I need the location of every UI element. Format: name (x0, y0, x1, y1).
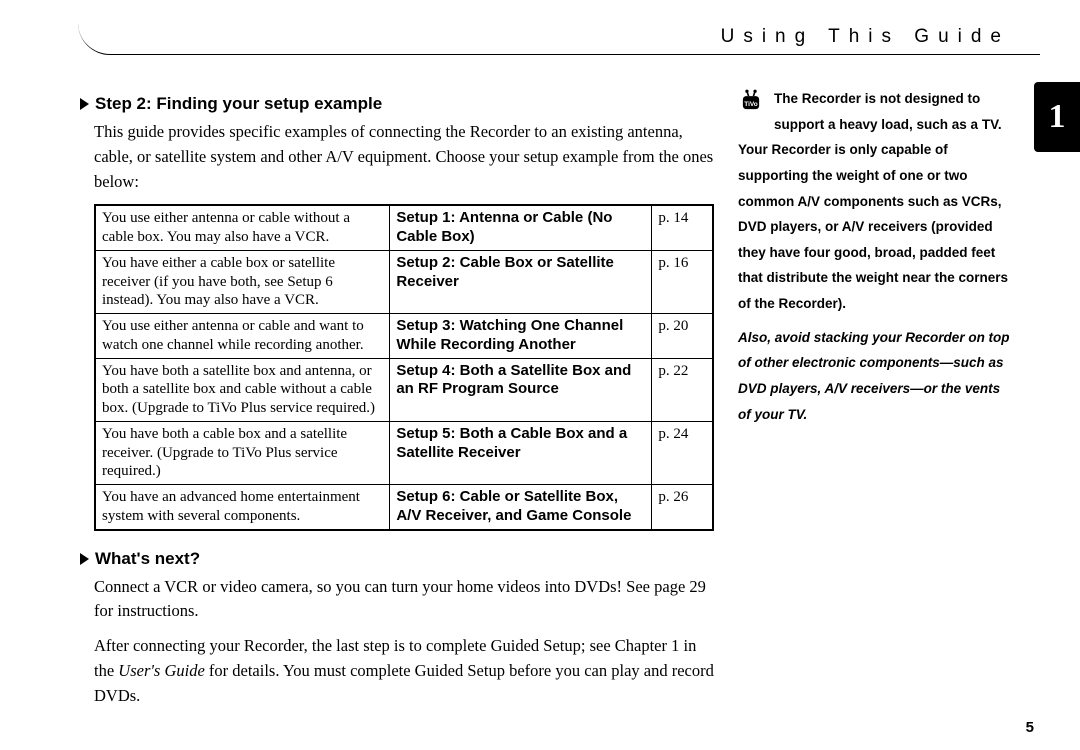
tivo-logo-icon: TiVo (738, 88, 766, 116)
step2-heading-text: Step 2: Finding your setup example (95, 94, 382, 114)
setup-desc: You use either antenna or cable without … (95, 205, 390, 250)
setup-desc: You have either a cable box or satellite… (95, 250, 390, 313)
triangle-right-icon (80, 98, 89, 110)
step2-body: This guide provides specific examples of… (94, 120, 714, 194)
setup-title: Setup 5: Both a Cable Box and a Satellit… (390, 421, 652, 484)
setup-page: p. 22 (652, 358, 713, 421)
whats-next-heading-text: What's next? (95, 549, 200, 569)
users-guide-italic: User's Guide (118, 661, 204, 680)
setup-desc: You use either antenna or cable and want… (95, 314, 390, 359)
table-row: You use either antenna or cable and want… (95, 314, 713, 359)
setup-title: Setup 4: Both a Satellite Box and an RF … (390, 358, 652, 421)
page-header: Using This Guide (78, 12, 1040, 55)
whats-next-heading: What's next? (80, 549, 930, 569)
page-number: 5 (1026, 719, 1034, 736)
table-row: You have both a cable box and a satellit… (95, 421, 713, 484)
table-row: You have either a cable box or satellite… (95, 250, 713, 313)
svg-text:TiVo: TiVo (744, 101, 758, 108)
whats-next-body2: After connecting your Recorder, the last… (94, 634, 714, 708)
setup-desc: You have an advanced home entertainment … (95, 485, 390, 530)
setup-page: p. 20 (652, 314, 713, 359)
sidebar-main-text: Your Recorder is only capable of support… (738, 142, 1008, 311)
triangle-right-icon (80, 553, 89, 565)
whats-next-body1: Connect a VCR or video camera, so you ca… (94, 575, 714, 625)
chapter-tab: 1 (1034, 82, 1080, 152)
setup-desc: You have both a satellite box and antenn… (95, 358, 390, 421)
header-title: Using This Guide (721, 26, 1010, 48)
setup-page: p. 26 (652, 485, 713, 530)
table-row: You have an advanced home entertainment … (95, 485, 713, 530)
setup-title: Setup 6: Cable or Satellite Box, A/V Rec… (390, 485, 652, 530)
setup-page: p. 14 (652, 205, 713, 250)
setup-title: Setup 2: Cable Box or Satellite Receiver (390, 250, 652, 313)
setup-title: Setup 3: Watching One Channel While Reco… (390, 314, 652, 359)
sidebar-bold-intro: The Recorder is not designed to support … (774, 91, 1002, 132)
setup-page: p. 24 (652, 421, 713, 484)
setup-title: Setup 1: Antenna or Cable (No Cable Box) (390, 205, 652, 250)
table-row: You use either antenna or cable without … (95, 205, 713, 250)
setup-page: p. 16 (652, 250, 713, 313)
sidebar-note: TiVo The Recorder is not designed to sup… (738, 86, 1010, 427)
table-row: You have both a satellite box and antenn… (95, 358, 713, 421)
setup-table: You use either antenna or cable without … (94, 204, 714, 530)
sidebar-italic-text: Also, avoid stacking your Recorder on to… (738, 325, 1010, 428)
setup-desc: You have both a cable box and a satellit… (95, 421, 390, 484)
